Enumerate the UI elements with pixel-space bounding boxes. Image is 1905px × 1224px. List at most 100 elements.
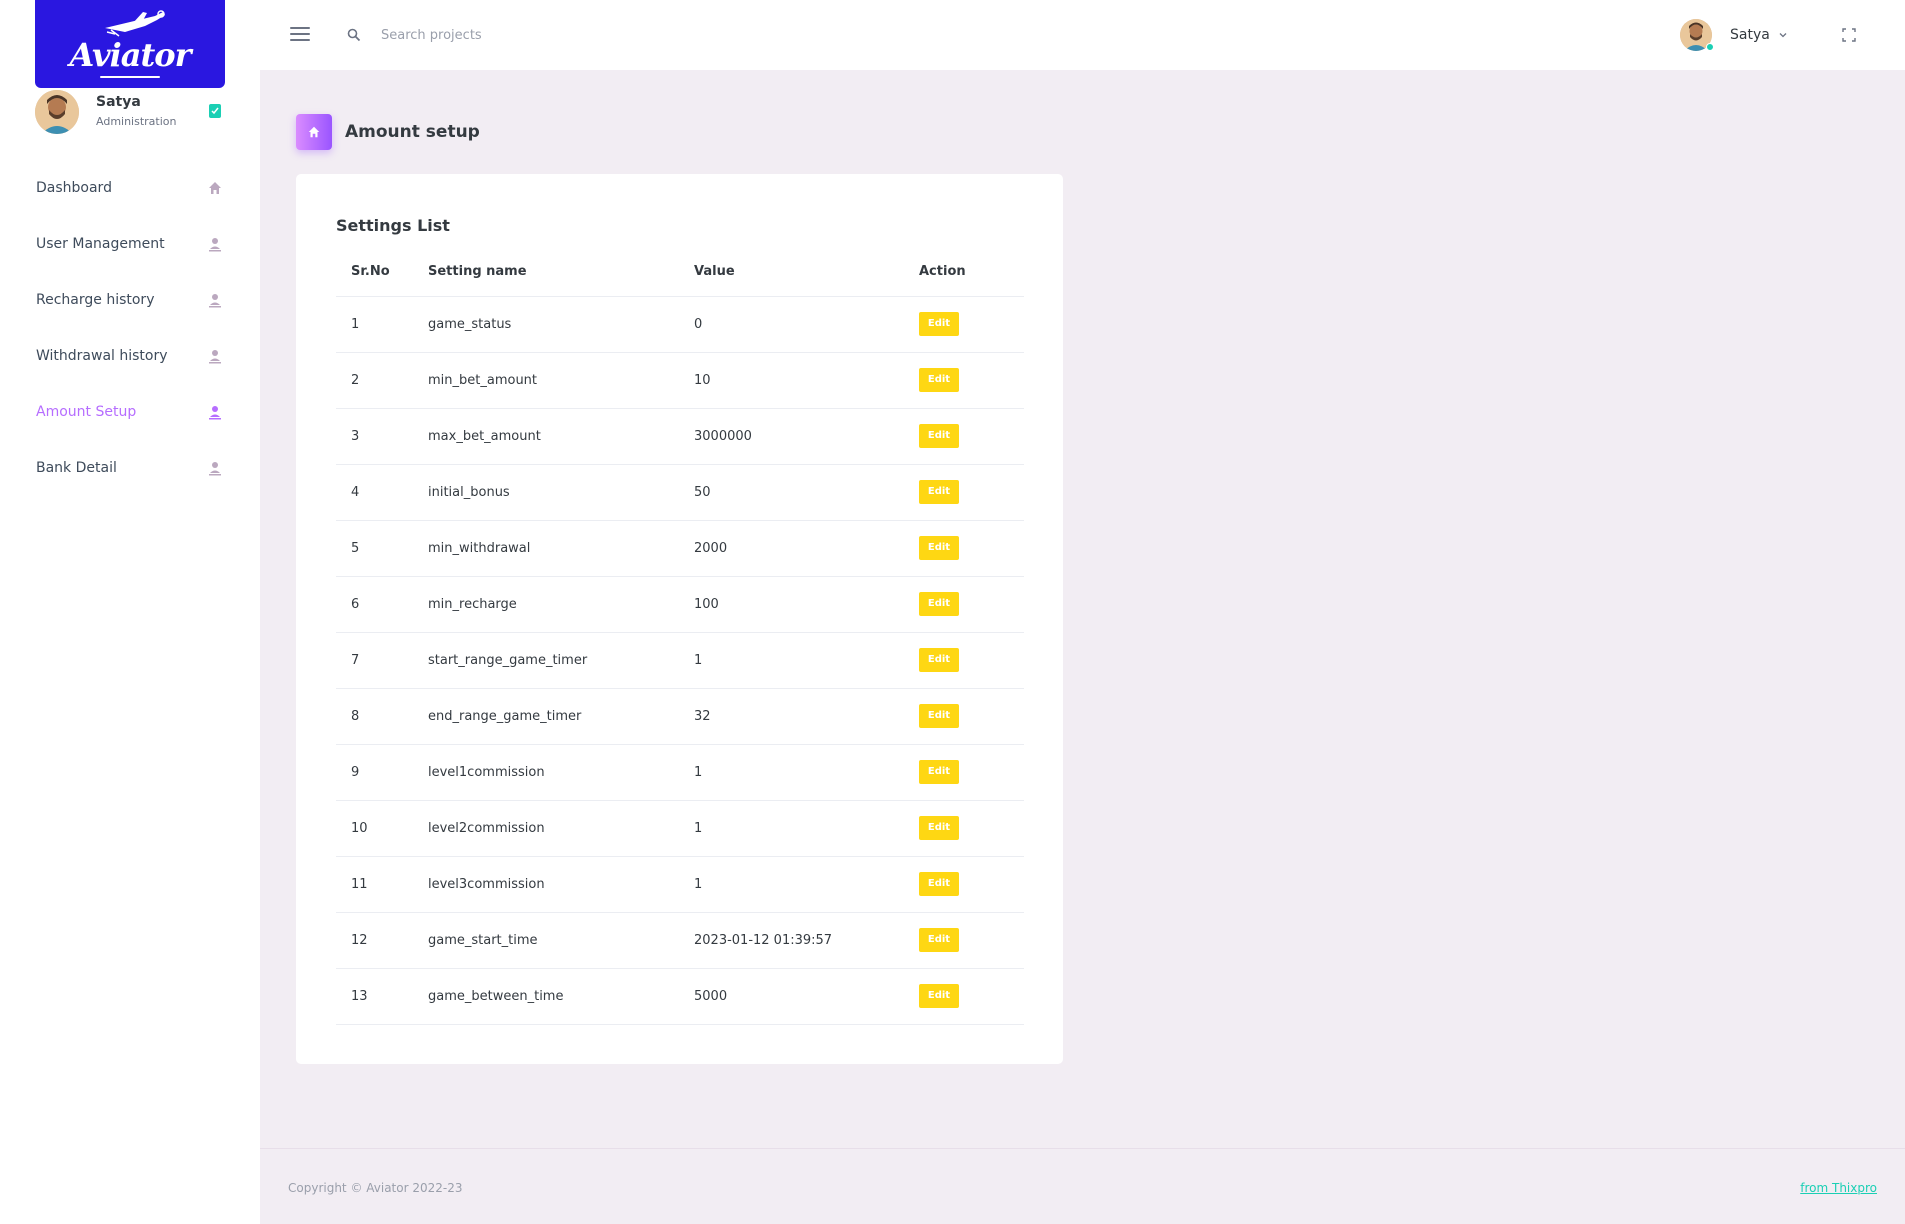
edit-button[interactable]: Edit xyxy=(919,872,959,896)
sidebar-profile[interactable]: Satya Administration xyxy=(35,90,225,134)
sidebar-item-label: Recharge history xyxy=(36,292,155,308)
table-row: 12 game_start_time 2023-01-12 01:39:57 Edit xyxy=(336,912,1024,969)
column-header: Sr.No xyxy=(336,248,428,297)
home-icon xyxy=(209,182,221,194)
footer-link[interactable]: from Thixpro xyxy=(1800,1181,1877,1195)
sidebar-item-amount-setup[interactable]: Amount Setup xyxy=(0,384,260,440)
brand-name: Aviator xyxy=(69,36,192,74)
user-icon xyxy=(209,350,221,364)
setting-name: end_range_game_timer xyxy=(428,688,694,745)
action-cell: Edit xyxy=(919,968,1024,1025)
setting-value: 10 xyxy=(694,352,919,409)
card-title: Settings List xyxy=(336,216,450,235)
sidebar-item-withdrawal-history[interactable]: Withdrawal history xyxy=(0,328,260,384)
row-number: 7 xyxy=(336,632,428,689)
action-cell: Edit xyxy=(919,464,1024,521)
setting-value: 1 xyxy=(694,744,919,801)
sidebar-item-bank-detail[interactable]: Bank Detail xyxy=(0,440,260,496)
online-status-dot xyxy=(1706,43,1714,51)
sidebar-item-label: Amount Setup xyxy=(36,404,137,420)
setting-name: min_withdrawal xyxy=(428,520,694,577)
row-number: 1 xyxy=(336,296,428,353)
action-cell: Edit xyxy=(919,688,1024,745)
brand-logo[interactable]: Aviator xyxy=(35,0,225,88)
bookmark-check-icon xyxy=(209,104,221,118)
edit-button[interactable]: Edit xyxy=(919,984,959,1008)
setting-value: 50 xyxy=(694,464,919,521)
avatar xyxy=(1680,19,1714,51)
table-row: 7 start_range_game_timer 1 Edit xyxy=(336,632,1024,689)
action-cell: Edit xyxy=(919,744,1024,801)
avatar xyxy=(35,90,79,134)
edit-button[interactable]: Edit xyxy=(919,312,959,336)
search-icon xyxy=(347,28,361,42)
table-row: 11 level3commission 1 Edit xyxy=(336,856,1024,913)
setting-value: 3000000 xyxy=(694,408,919,465)
fullscreen-icon[interactable] xyxy=(1842,28,1856,42)
edit-button[interactable]: Edit xyxy=(919,760,959,784)
row-number: 8 xyxy=(336,688,428,745)
setting-name: min_bet_amount xyxy=(428,352,694,409)
action-cell: Edit xyxy=(919,296,1024,353)
setting-value: 2000 xyxy=(694,520,919,577)
action-cell: Edit xyxy=(919,352,1024,409)
table-row: 8 end_range_game_timer 32 Edit xyxy=(336,688,1024,745)
row-number: 11 xyxy=(336,856,428,913)
edit-button[interactable]: Edit xyxy=(919,816,959,840)
row-number: 5 xyxy=(336,520,428,577)
edit-button[interactable]: Edit xyxy=(919,424,959,448)
footer: Copyright © Aviator 2022-23 from Thixpro xyxy=(260,1148,1905,1224)
sidebar-item-label: Dashboard xyxy=(36,180,112,196)
edit-button[interactable]: Edit xyxy=(919,704,959,728)
edit-button[interactable]: Edit xyxy=(919,648,959,672)
row-number: 2 xyxy=(336,352,428,409)
hamburger-menu-icon[interactable] xyxy=(290,27,310,43)
edit-button[interactable]: Edit xyxy=(919,592,959,616)
setting-name: game_status xyxy=(428,296,694,353)
sidebar-item-dashboard[interactable]: Dashboard xyxy=(0,160,260,216)
settings-table: Sr.No Setting name Value Action 1 game_st… xyxy=(336,248,1024,1025)
profile-name: Satya xyxy=(96,94,141,110)
edit-button[interactable]: Edit xyxy=(919,480,959,504)
setting-value: 2023-01-12 01:39:57 xyxy=(694,912,919,969)
setting-value: 1 xyxy=(694,856,919,913)
user-menu[interactable]: Satya xyxy=(1680,18,1788,52)
column-header: Setting name xyxy=(428,248,694,297)
column-header: Value xyxy=(694,248,919,297)
search-input[interactable] xyxy=(381,22,681,48)
column-header: Action xyxy=(919,248,1024,297)
setting-value: 0 xyxy=(694,296,919,353)
setting-value: 5000 xyxy=(694,968,919,1025)
table-row: 2 min_bet_amount 10 Edit xyxy=(336,352,1024,409)
table-header-row: Sr.No Setting name Value Action xyxy=(336,248,1024,297)
action-cell: Edit xyxy=(919,912,1024,969)
edit-button[interactable]: Edit xyxy=(919,368,959,392)
user-icon xyxy=(209,406,221,420)
sidebar-item-recharge-history[interactable]: Recharge history xyxy=(0,272,260,328)
copyright-text: Copyright © Aviator 2022-23 xyxy=(288,1181,463,1195)
chevron-down-icon xyxy=(1779,33,1787,38)
action-cell: Edit xyxy=(919,856,1024,913)
page-title: Amount setup xyxy=(345,122,480,142)
table-row: 1 game_status 0 Edit xyxy=(336,296,1024,353)
topbar: Satya xyxy=(260,0,1905,70)
user-icon xyxy=(209,238,221,252)
table-row: 6 min_recharge 100 Edit xyxy=(336,576,1024,633)
row-number: 13 xyxy=(336,968,428,1025)
sidebar-item-user-management[interactable]: User Management xyxy=(0,216,260,272)
edit-button[interactable]: Edit xyxy=(919,928,959,952)
row-number: 4 xyxy=(336,464,428,521)
profile-role: Administration xyxy=(96,115,177,128)
edit-button[interactable]: Edit xyxy=(919,536,959,560)
page-header: Amount setup xyxy=(296,114,480,150)
setting-name: initial_bonus xyxy=(428,464,694,521)
setting-value: 100 xyxy=(694,576,919,633)
sidebar-item-label: User Management xyxy=(36,236,165,252)
action-cell: Edit xyxy=(919,520,1024,577)
settings-card: Settings List Sr.No Setting name Value A… xyxy=(296,174,1063,1064)
action-cell: Edit xyxy=(919,800,1024,857)
setting-name: level1commission xyxy=(428,744,694,801)
table-row: 3 max_bet_amount 3000000 Edit xyxy=(336,408,1024,465)
row-number: 3 xyxy=(336,408,428,465)
setting-name: min_recharge xyxy=(428,576,694,633)
